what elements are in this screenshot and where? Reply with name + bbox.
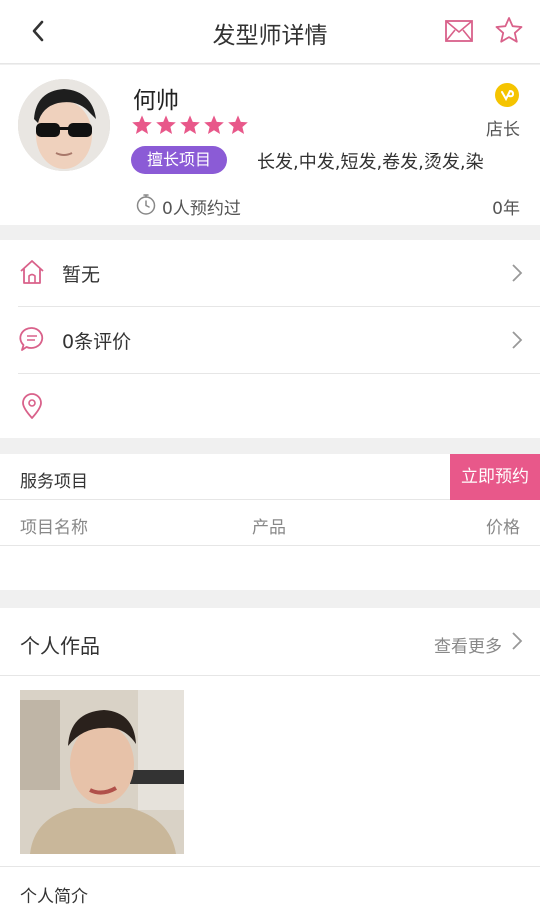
column-price: 价格 xyxy=(486,518,520,538)
work-photo[interactable] xyxy=(20,690,184,854)
service-header: 服务项目 立即预约 xyxy=(0,454,540,500)
comment-icon xyxy=(19,327,44,351)
appointment-count: 0人预约过 xyxy=(162,199,241,219)
address-row[interactable]: 暂无 xyxy=(0,240,540,306)
stylist-role: 店长 xyxy=(486,120,520,140)
mail-icon[interactable] xyxy=(444,17,474,45)
star-filled-icon xyxy=(132,115,152,134)
divider xyxy=(0,866,540,867)
reviews-row[interactable]: 0条评价 xyxy=(0,307,540,373)
star-filled-icon xyxy=(156,115,176,134)
info-list: 暂无 0条评价 xyxy=(0,240,540,438)
star-filled-icon xyxy=(204,115,224,134)
works-section: 个人作品 查看更多 个人简介 xyxy=(0,608,540,920)
service-title: 服务项目 xyxy=(20,472,88,492)
skills-list: 长发,中发,短发,卷发,烫发,染 xyxy=(257,152,484,173)
service-table-header: 项目名称 产品 价格 xyxy=(0,500,540,546)
service-section: 服务项目 立即预约 项目名称 产品 价格 xyxy=(0,454,540,590)
chevron-right-icon xyxy=(512,264,523,282)
column-item-name: 项目名称 xyxy=(20,518,88,538)
works-title: 个人作品 xyxy=(20,634,100,658)
location-row[interactable] xyxy=(0,374,540,440)
works-header: 个人作品 查看更多 xyxy=(0,608,540,676)
experience-years: 0年 xyxy=(492,199,520,219)
stylist-profile-card: 何帅 店长 擅长项目 长发,中发,短发,卷发,烫发,染 0人预约过 0年 xyxy=(0,65,540,225)
intro-label: 个人简介 xyxy=(20,887,88,907)
top-bar: 发型师详情 xyxy=(0,0,540,64)
chevron-right-icon xyxy=(512,331,523,349)
stylist-name: 何帅 xyxy=(133,88,179,114)
star-filled-icon xyxy=(180,115,200,134)
column-product: 产品 xyxy=(252,518,286,538)
reviews-text: 0条评价 xyxy=(62,331,132,353)
star-filled-icon xyxy=(228,115,248,134)
favorite-star-icon[interactable] xyxy=(494,15,524,45)
chevron-right-icon[interactable] xyxy=(510,630,524,652)
rating-stars xyxy=(131,114,249,138)
verified-badge-icon xyxy=(495,83,519,107)
stopwatch-icon xyxy=(136,194,156,215)
home-icon xyxy=(20,260,44,284)
skill-tag: 擅长项目 xyxy=(131,146,228,174)
view-more-link[interactable]: 查看更多 xyxy=(434,632,502,657)
location-pin-icon xyxy=(22,393,42,419)
address-text: 暂无 xyxy=(62,264,101,286)
avatar xyxy=(18,79,110,171)
book-now-button[interactable]: 立即预约 xyxy=(450,454,540,500)
